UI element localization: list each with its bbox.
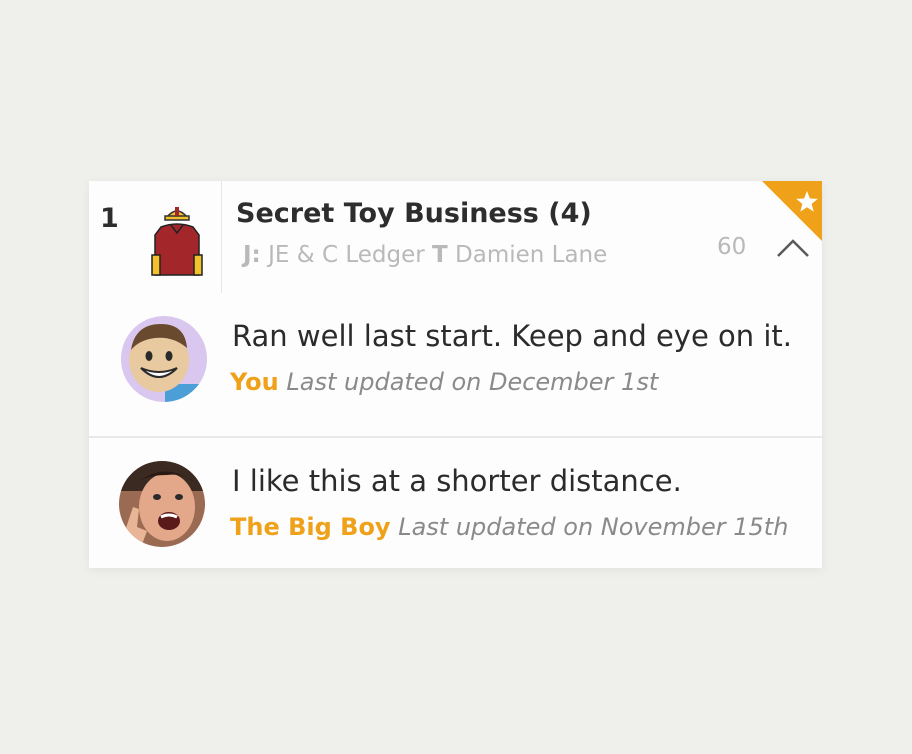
jockey-name: JE & C Ledger [268,242,425,268]
comment-item: I like this at a shorter distance. The B… [89,446,822,568]
comment-author[interactable]: You [230,368,279,396]
comment-updated: Last updated on November 15th [398,513,789,541]
comment-updated: Last updated on December 1st [286,368,659,396]
comment-text: Ran well last start. Keep and eye on it. [232,319,792,353]
runner-number: 1 [100,203,119,234]
runner-header[interactable]: 1 Secret Toy Business (4) J: JE & C Ledg… [89,181,822,293]
comment-item: Ran well last start. Keep and eye on it.… [89,301,822,431]
avatar[interactable] [119,461,205,547]
connections: J: JE & C Ledger T Damien Lane [243,242,607,268]
comment-text: I like this at a shorter distance. [232,464,682,498]
comment-divider [89,436,822,438]
user-photo-avatar-icon [119,461,205,547]
trainer-name: Damien Lane [455,242,608,268]
comment-author[interactable]: The Big Boy [230,513,391,541]
horse-name: Secret Toy Business (4) [236,198,592,229]
trainer-prefix: T [432,242,448,268]
jockey-silks-icon [151,207,203,276]
lego-avatar-icon [121,316,207,402]
star-icon[interactable] [762,181,822,241]
header-divider [221,181,222,293]
runner-card: 1 Secret Toy Business (4) J: JE & C Ledg… [89,181,822,568]
runner-rating: 60 [717,234,747,260]
comment-meta: The Big Boy Last updated on November 15t… [230,513,788,541]
jockey-prefix: J: [243,242,261,268]
avatar[interactable] [121,316,207,402]
comment-meta: You Last updated on December 1st [230,368,658,396]
